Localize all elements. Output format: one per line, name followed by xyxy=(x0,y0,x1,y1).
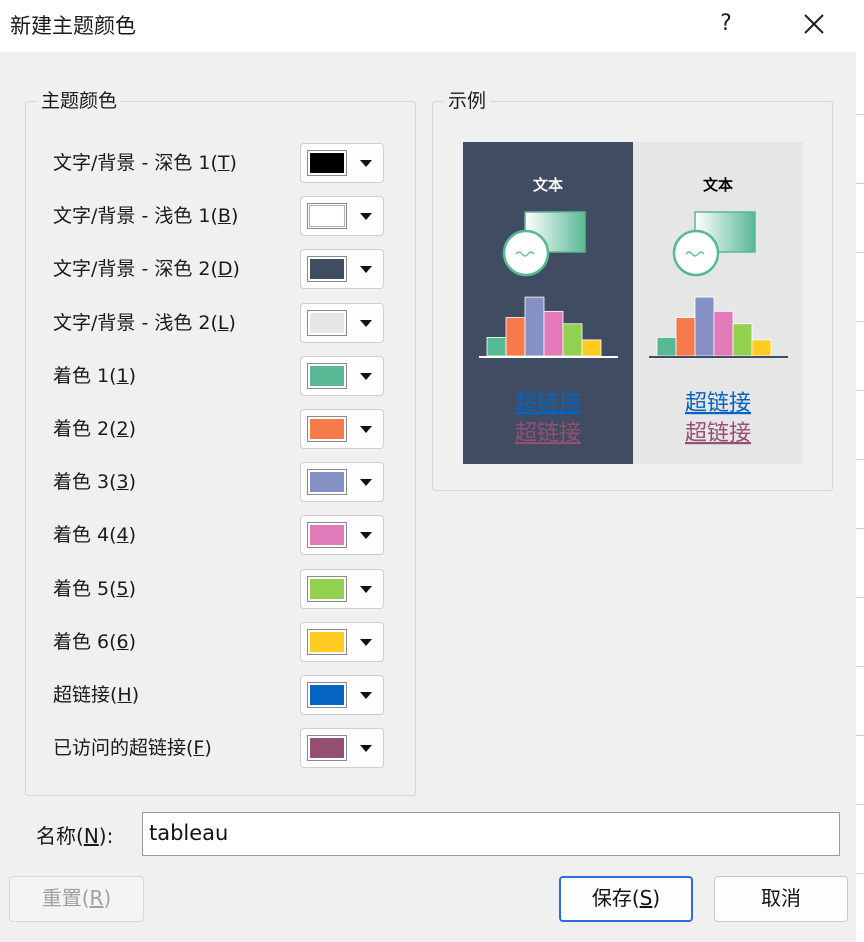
dark-preview-graphic: 文本超链接超链接 xyxy=(479,176,618,446)
color-swatch xyxy=(307,310,347,336)
color-picker-button[interactable] xyxy=(300,569,384,609)
color-swatch-fill xyxy=(309,205,345,227)
sample-bar xyxy=(656,336,677,357)
color-swatch xyxy=(307,256,347,282)
theme-colors-legend: 主题颜色 xyxy=(37,90,122,112)
color-swatch xyxy=(307,522,347,548)
color-picker-button[interactable] xyxy=(300,196,384,236)
sample-bar xyxy=(524,296,545,357)
name-input[interactable]: tableau xyxy=(142,812,840,856)
color-picker-button[interactable] xyxy=(300,303,384,343)
sample-bar xyxy=(751,339,772,357)
dropdown-arrow-icon xyxy=(360,426,372,433)
color-swatch xyxy=(307,416,347,442)
dropdown-arrow-icon xyxy=(360,320,372,327)
dropdown-arrow-icon xyxy=(360,213,372,220)
color-picker-button[interactable] xyxy=(300,675,384,715)
sample-hyperlink: 超链接 xyxy=(685,391,751,416)
sample-bar xyxy=(581,339,602,357)
color-picker-button[interactable] xyxy=(300,462,384,502)
sample-text: 文本 xyxy=(703,176,733,194)
light-preview: 文本 超链接 超链接 xyxy=(633,142,803,464)
color-row-label: 文字/背景 - 浅色 2(L) xyxy=(53,312,236,334)
dropdown-arrow-icon xyxy=(360,160,372,167)
color-swatch-fill xyxy=(310,313,344,333)
sample-hyperlink: 超链接 xyxy=(515,391,581,416)
title-bar: 新建主题颜色 ? xyxy=(0,0,864,52)
color-swatch xyxy=(307,629,347,655)
color-picker-button[interactable] xyxy=(300,143,384,183)
color-swatch xyxy=(307,469,347,495)
help-icon: ? xyxy=(720,11,732,36)
sample-circle xyxy=(672,229,720,277)
color-picker-button[interactable] xyxy=(300,622,384,662)
sample-bar xyxy=(694,296,715,357)
color-swatch xyxy=(307,735,347,761)
save-button[interactable]: 保存(S) xyxy=(559,876,693,922)
color-row-label: 着色 3(3) xyxy=(53,471,137,493)
sample-text: 文本 xyxy=(533,176,563,194)
color-swatch-fill xyxy=(310,153,344,173)
color-row-label: 文字/背景 - 深色 2(D) xyxy=(53,258,240,280)
reset-button[interactable]: 重置(R) xyxy=(9,876,144,922)
color-swatch-fill xyxy=(310,738,344,758)
dropdown-arrow-icon xyxy=(360,479,372,486)
sample-circle xyxy=(502,229,550,277)
sample-preview: 文本 超链接 超链接 文本 超链接 超链接 xyxy=(463,142,803,464)
color-picker-button[interactable] xyxy=(300,728,384,768)
color-swatch-fill xyxy=(310,525,344,545)
color-swatch xyxy=(307,150,347,176)
color-picker-button[interactable] xyxy=(300,249,384,289)
color-swatch-fill xyxy=(310,632,344,652)
color-row-label: 着色 1(1) xyxy=(53,365,137,387)
color-row-label: 着色 2(2) xyxy=(53,418,137,440)
color-row-label: 着色 5(5) xyxy=(53,578,137,600)
dropdown-arrow-icon xyxy=(360,266,372,273)
color-picker-button[interactable] xyxy=(300,356,384,396)
color-row-label: 文字/背景 - 深色 1(T) xyxy=(53,152,237,174)
sample-bar xyxy=(562,323,583,357)
dialog-title: 新建主题颜色 xyxy=(10,14,136,38)
color-row-label: 文字/背景 - 浅色 1(B) xyxy=(53,205,239,227)
sample-visited-hyperlink: 超链接 xyxy=(515,421,581,446)
color-row-label: 着色 4(4) xyxy=(53,524,137,546)
color-swatch xyxy=(307,682,347,708)
dark-preview: 文本 超链接 超链接 xyxy=(463,142,633,464)
color-picker-button[interactable] xyxy=(300,409,384,449)
color-swatch-fill xyxy=(310,259,344,279)
color-swatch-fill xyxy=(310,685,344,705)
color-row-label: 已访问的超链接(F) xyxy=(53,737,212,759)
color-picker-button[interactable] xyxy=(300,515,384,555)
background-edge xyxy=(856,52,864,942)
sample-bar xyxy=(675,317,696,357)
color-swatch xyxy=(307,203,347,229)
sample-legend: 示例 xyxy=(444,90,491,112)
light-preview-graphic: 文本超链接超链接 xyxy=(649,176,788,446)
sample-bar xyxy=(732,323,753,357)
sample-bar xyxy=(486,336,507,357)
color-swatch-fill xyxy=(310,366,344,386)
color-swatch-fill xyxy=(310,419,344,439)
cancel-button[interactable]: 取消 xyxy=(714,876,848,922)
dropdown-arrow-icon xyxy=(360,745,372,752)
help-button[interactable]: ? xyxy=(705,4,747,44)
color-row-label: 着色 6(6) xyxy=(53,631,137,653)
color-swatch-fill xyxy=(310,472,344,492)
dropdown-arrow-icon xyxy=(360,373,372,380)
dropdown-arrow-icon xyxy=(360,639,372,646)
color-swatch xyxy=(307,363,347,389)
sample-bar xyxy=(505,317,526,357)
sample-bar xyxy=(713,310,734,357)
dropdown-arrow-icon xyxy=(360,532,372,539)
name-label: 名称(N): xyxy=(36,824,114,848)
dropdown-arrow-icon xyxy=(360,692,372,699)
sample-bar xyxy=(543,310,564,357)
close-button[interactable] xyxy=(792,4,836,44)
close-icon xyxy=(804,14,824,34)
color-swatch-fill xyxy=(310,579,344,599)
sample-visited-hyperlink: 超链接 xyxy=(685,421,751,446)
color-row-label: 超链接(H) xyxy=(53,684,140,706)
color-swatch xyxy=(307,576,347,602)
dropdown-arrow-icon xyxy=(360,586,372,593)
